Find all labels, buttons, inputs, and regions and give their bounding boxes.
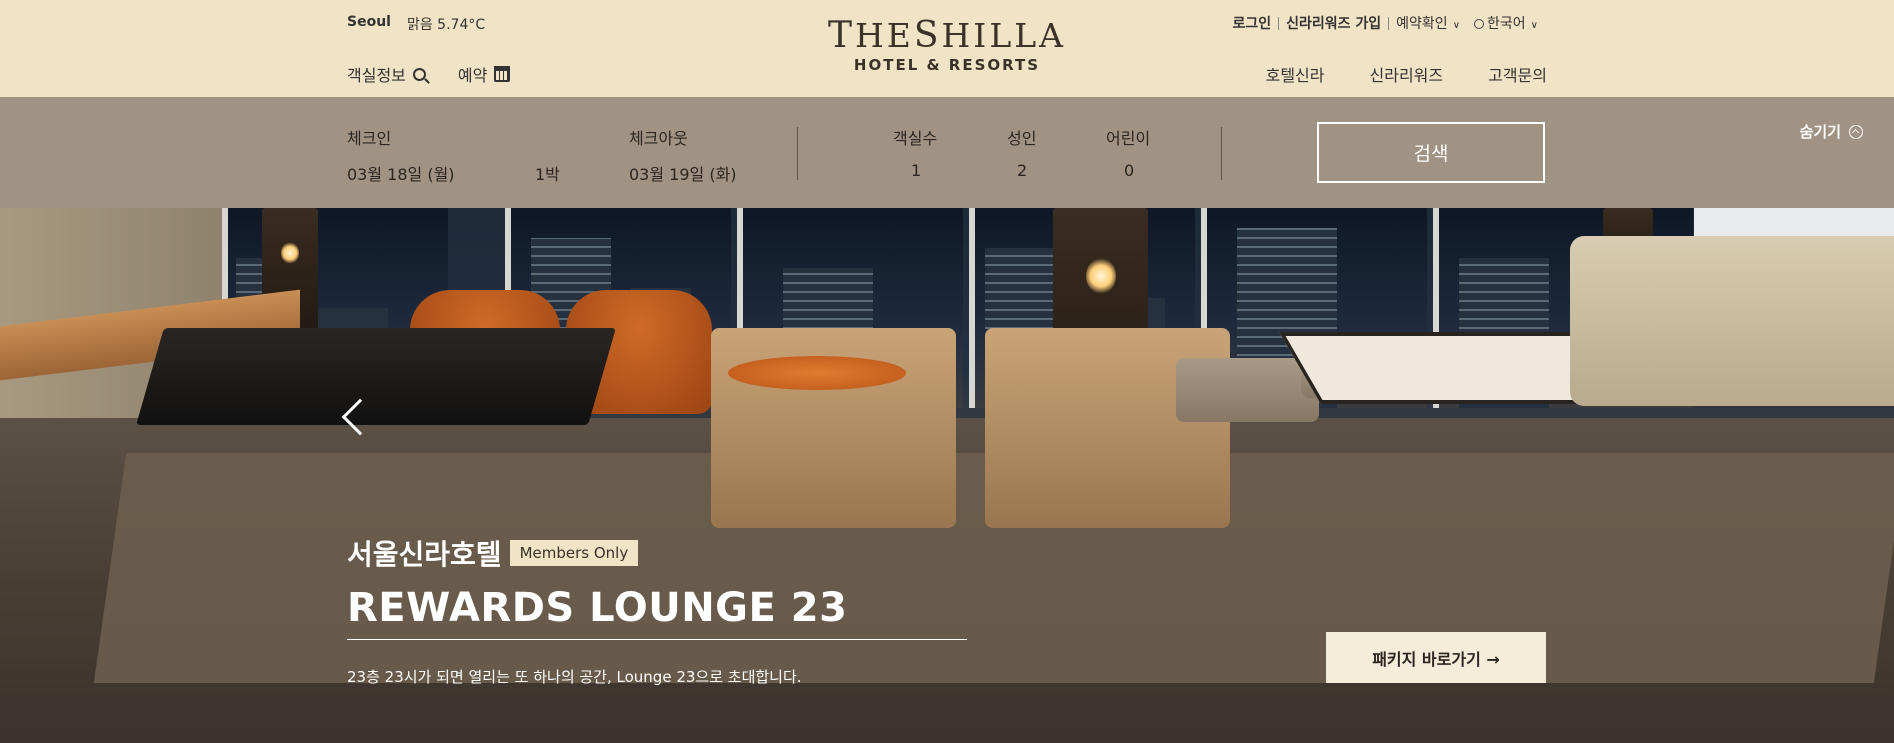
scene-side-table (728, 356, 906, 390)
checkin-date[interactable]: 03월 18일 (월) (347, 161, 455, 185)
hero-description: 23층 23시가 되면 열리는 또 하나의 공간, Lounge 23으로 초대… (347, 668, 802, 686)
hero-title: REWARDS LOUNGE 23 (347, 585, 967, 640)
adults-label: 성인 (1007, 129, 1037, 148)
brand-logo[interactable]: THESHILLA HOTEL & RESORTS (800, 15, 1094, 75)
divider (797, 127, 798, 180)
nights-count: 1박 (535, 165, 560, 184)
scene-sofa (1570, 236, 1894, 406)
rooms-info-link[interactable]: 객실정보 (347, 62, 426, 86)
weather-city: Seoul (347, 14, 391, 30)
calendar-icon (494, 66, 511, 82)
booking-bar: 체크인 03월 18일 (월) 1박 체크아웃 03월 19일 (화) 객실수 … (0, 97, 1894, 208)
rooms-label: 객실수 (893, 129, 938, 148)
collapse-up-icon (1849, 124, 1863, 139)
checkout-label: 체크아웃 (629, 129, 688, 148)
nav-shilla-rewards[interactable]: 신라리워즈 (1370, 62, 1444, 86)
globe-icon (1474, 19, 1485, 29)
logo-subtitle: HOTEL & RESORTS (853, 56, 1041, 74)
quick-links: 객실정보 예약 (347, 62, 511, 86)
language-dropdown[interactable]: 한국어 ∨ (1467, 13, 1545, 33)
join-link[interactable]: 신라리워즈 가입 (1279, 13, 1388, 33)
chevron-down-icon: ∨ (1452, 20, 1461, 31)
chevron-down-icon: ∨ (1530, 20, 1538, 31)
hero-banner: 서울신라호텔 Members Only REWARDS LOUNGE 23 23… (0, 208, 1894, 743)
nav-hotel-shilla[interactable]: 호텔신라 (1266, 62, 1325, 86)
search-button[interactable]: 검색 (1317, 122, 1545, 183)
nav-customer-inquiry[interactable]: 고객문의 (1488, 62, 1547, 86)
members-only-badge: Members Only (509, 540, 639, 566)
hero-caption: 서울신라호텔 Members Only REWARDS LOUNGE 23 23… (347, 533, 967, 687)
weather-condition: 맑음 5.74°C (406, 17, 486, 33)
hero-hotel-name: 서울신라호텔 (347, 538, 502, 571)
children-count[interactable]: 0 (1124, 161, 1134, 180)
scene-leather-bench (136, 328, 616, 425)
weather-widget: Seoul 맑음 5.74°C (347, 14, 485, 34)
search-icon (412, 67, 426, 81)
divider (1221, 127, 1222, 180)
scene-ottoman (1176, 358, 1319, 422)
adults-count[interactable]: 2 (1017, 161, 1027, 180)
rooms-count[interactable]: 1 (911, 161, 921, 180)
logo-wordmark: THESHILLA (827, 15, 1067, 56)
checkout-date[interactable]: 03월 19일 (화) (629, 161, 737, 185)
children-label: 어린이 (1106, 129, 1151, 148)
utility-nav: 로그인 신라리워즈 가입 예약확인 ∨ 한국어 ∨ (1225, 13, 1545, 33)
login-link[interactable]: 로그인 (1225, 13, 1278, 33)
main-nav: 호텔신라 신라리워즈 고객문의 (1266, 62, 1547, 86)
package-shortcut-button[interactable]: 패키지 바로가기 → (1326, 632, 1546, 683)
checkin-label: 체크인 (347, 129, 392, 148)
hide-booking-toggle[interactable]: 숨기기 (1800, 121, 1863, 142)
site-header: Seoul 맑음 5.74°C THESHILLA HOTEL & RESORT… (0, 0, 1894, 97)
reservation-check-dropdown[interactable]: 예약확인 ∨ (1389, 13, 1467, 33)
reserve-link[interactable]: 예약 (458, 62, 511, 86)
